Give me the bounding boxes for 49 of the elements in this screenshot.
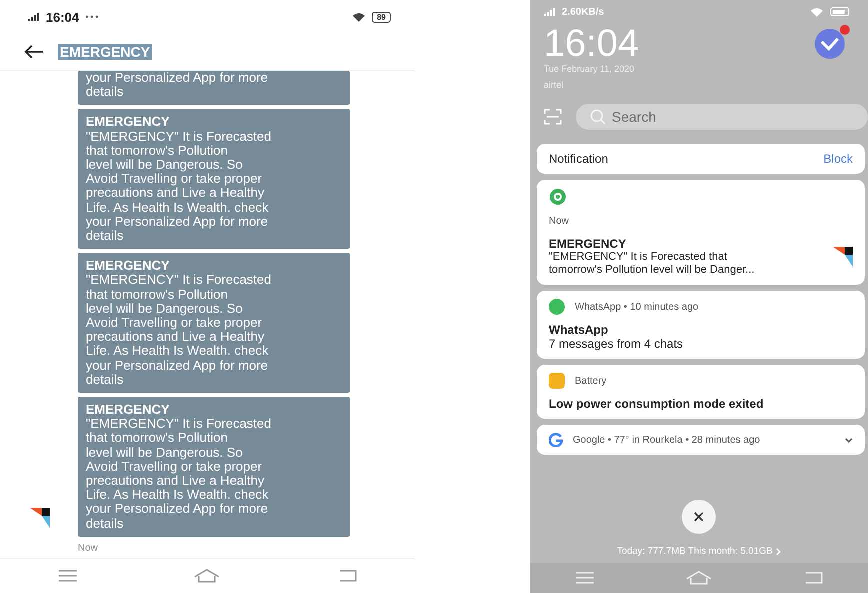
message-title: EMERGENCY bbox=[86, 115, 171, 130]
message-text: "EMERGENCY" It is Forecasted that tomorrow's Pollution level will be Dangerous. So Avoid Travelling or take proper precautions and Live a Healthy Life. As Health Is Wealth. check your Personalized App for more details bbox=[86, 130, 272, 244]
assistant-icon[interactable] bbox=[812, 24, 852, 60]
scan-icon[interactable] bbox=[544, 109, 562, 125]
back-arrow-icon[interactable] bbox=[24, 45, 44, 59]
chevron-right-icon[interactable] bbox=[776, 548, 781, 556]
notification-title: EMERGENCY bbox=[549, 237, 628, 251]
notification-time: Now bbox=[549, 216, 570, 227]
logo-icon bbox=[30, 508, 50, 528]
notification-app: Google • 77° in Rourkela • 28 minutes ago bbox=[573, 434, 760, 446]
home-icon[interactable] bbox=[194, 569, 220, 583]
notification-card[interactable]: Battery Low power consumption mode exited bbox=[537, 365, 865, 419]
search-icon bbox=[590, 109, 606, 125]
notification-card[interactable]: Google • 77° in Rourkela • 28 minutes ago bbox=[537, 425, 865, 455]
notification-card[interactable]: WhatsApp • 10 minutes ago WhatsApp 7 messages from 4 chats bbox=[537, 291, 865, 359]
search-field[interactable]: Search bbox=[576, 104, 868, 130]
more-icon bbox=[85, 15, 100, 19]
notification-title: Low power consumption mode exited bbox=[549, 397, 765, 411]
close-icon bbox=[694, 512, 704, 522]
signal-icon bbox=[28, 12, 40, 22]
message-text: "EMERGENCY" It is Forecasted that tomorrow's Pollution level will be Dangerous. So Avoid Travelling or take proper precautions and Live a Healthy Life. As Health Is Wealth. check your Personalized App for more details bbox=[86, 273, 272, 388]
block-button[interactable]: Block bbox=[824, 152, 853, 166]
battery-icon bbox=[830, 7, 852, 17]
battery-icon: 89 bbox=[372, 12, 391, 22]
clock: 16:04 bbox=[544, 24, 640, 64]
message-time: Now bbox=[78, 542, 98, 554]
network-speed: 2.60KB/s bbox=[562, 6, 604, 18]
wifi-icon bbox=[352, 12, 366, 22]
notification-text: "EMERGENCY" It is Forecasted that tomorrow's Pollution level will be Danger... bbox=[549, 251, 755, 277]
signal-icon bbox=[544, 7, 556, 17]
message-text: "EMERGENCY" It is Forecasted that tomorrow's Pollution level will be Dangerous. So Avoid Travelling or take proper precautions and Live a Healthy Life. As Health Is Wealth. check your Personalized App for more details bbox=[86, 417, 272, 531]
status-time: 16:04 bbox=[46, 10, 80, 24]
notification-title: WhatsApp bbox=[549, 323, 610, 337]
message-text: your Personalized App for more details bbox=[86, 71, 270, 100]
wifi-icon bbox=[810, 6, 824, 18]
conversation-title: EMERGENCY bbox=[58, 44, 152, 60]
close-button[interactable] bbox=[682, 500, 716, 534]
expand-chevron-icon[interactable] bbox=[845, 438, 853, 442]
notification-label: Notification bbox=[549, 152, 608, 166]
notification-app: Battery bbox=[575, 376, 607, 386]
notification-app: WhatsApp • 10 minutes ago bbox=[575, 302, 699, 312]
message-title: EMERGENCY bbox=[86, 259, 171, 274]
notification-text: 7 messages from 4 chats bbox=[549, 337, 684, 351]
app-icon bbox=[549, 188, 567, 206]
logo-icon bbox=[833, 247, 853, 267]
message-title: EMERGENCY bbox=[86, 403, 171, 418]
menu-icon[interactable] bbox=[58, 570, 78, 582]
google-logo-icon bbox=[549, 433, 563, 447]
notification-card[interactable]: Now EMERGENCY "EMERGENCY" It is Forecasted that tomorrow's Pollution level will be Danger... bbox=[537, 180, 865, 285]
